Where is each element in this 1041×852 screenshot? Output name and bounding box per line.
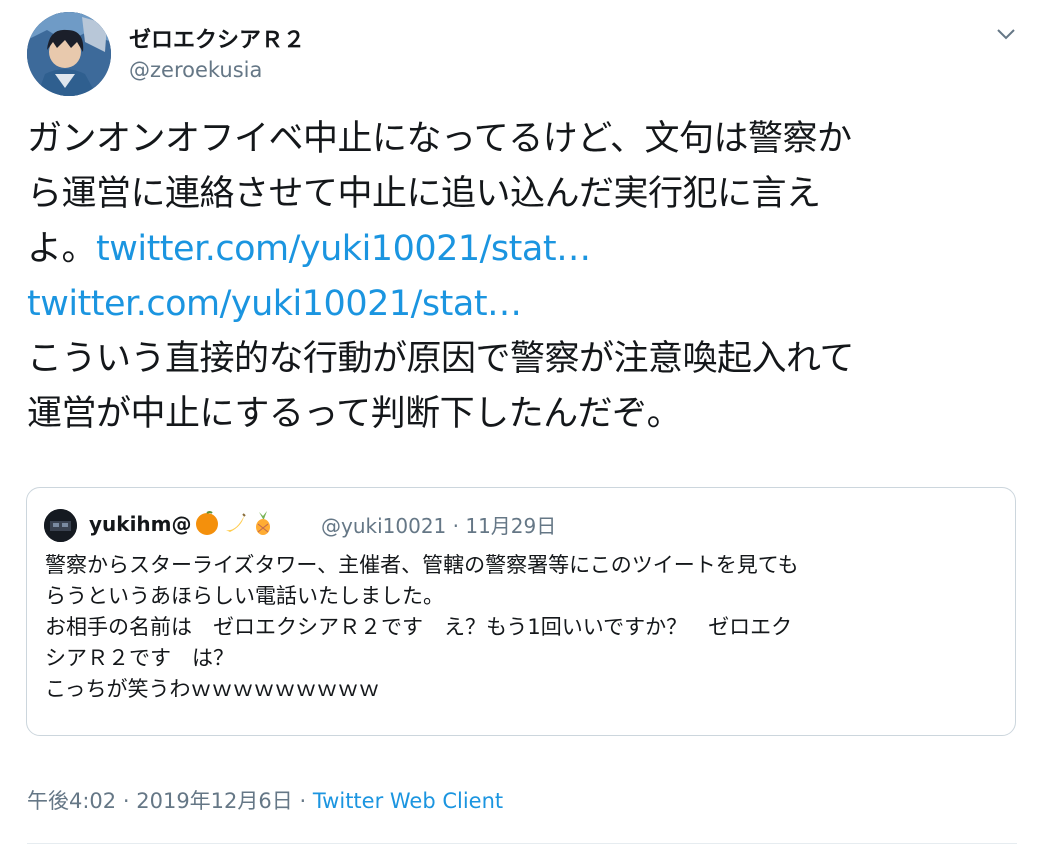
quoted-line: らうというあほらしい電話いたしました。 bbox=[45, 584, 444, 608]
tweet-time[interactable]: 午後4:02 bbox=[27, 789, 116, 813]
quoted-date: 11月29日 bbox=[465, 514, 557, 538]
separator: · bbox=[122, 789, 130, 813]
quoted-line: シアＲ２です は？ bbox=[45, 646, 234, 670]
divider bbox=[27, 843, 1017, 844]
quoted-tweet[interactable]: yukihm@ @yuki10021 · 11月29日 警察からスターライズタワ… bbox=[26, 487, 1016, 736]
quoted-name-text: yukihm@ bbox=[89, 512, 192, 536]
chevron-down-icon[interactable] bbox=[996, 26, 1016, 40]
avatar-image bbox=[27, 12, 111, 96]
tweet-source[interactable]: Twitter Web Client bbox=[313, 789, 503, 813]
tweet-footer: 午後4:02 · 2019年12月6日 · Twitter Web Client bbox=[27, 785, 503, 815]
orange-icon bbox=[194, 510, 220, 541]
tweet-line: こういう直接的な行動が原因で警察が注意喚起入れて bbox=[27, 339, 854, 379]
tweet-date[interactable]: 2019年12月6日 bbox=[136, 789, 293, 813]
quoted-line: お相手の名前は ゼロエクシアＲ２です え？もう1回いいですか？ ゼロエク bbox=[45, 615, 793, 639]
author-handle[interactable]: @zeroekusia bbox=[129, 58, 262, 82]
quoted-line: 警察からスターライズタワー、主催者、管轄の警察署等にこのツイートを見ても bbox=[45, 553, 799, 577]
author-display-name[interactable]: ゼロエクシアＲ２ bbox=[129, 22, 305, 54]
author-avatar[interactable] bbox=[27, 12, 111, 96]
separator: · bbox=[299, 789, 307, 813]
quoted-display-name: yukihm@ bbox=[89, 510, 276, 541]
tweet-link[interactable]: twitter.com/yuki10021/stat… bbox=[96, 229, 591, 269]
quoted-text: 警察からスターライズタワー、主催者、管轄の警察署等にこのツイートを見ても らうと… bbox=[45, 550, 1005, 705]
quoted-meta: @yuki10021 · 11月29日 bbox=[321, 510, 556, 539]
separator: · bbox=[452, 514, 459, 538]
tweet-line: twitter.com/yuki10021/stat… bbox=[27, 277, 1012, 332]
quoted-line: こっちが笑うわｗｗｗｗｗｗｗｗｗ bbox=[45, 677, 380, 701]
tweet-line: 運営が中止にするって判断下したんだぞ。 bbox=[27, 394, 682, 434]
tweet-text: ガンオンオフイベ中止になってるけど、文句は警察か ら運営に連絡させて中止に追い込… bbox=[27, 112, 1012, 442]
banana-icon bbox=[222, 510, 248, 541]
avatar-image bbox=[44, 509, 77, 542]
tweet-link[interactable]: twitter.com/yuki10021/stat… bbox=[27, 284, 522, 324]
tweet-line: ら運営に連絡させて中止に追い込んだ実行犯に言え bbox=[27, 174, 821, 214]
tweet-line: よ。twitter.com/yuki10021/stat… bbox=[27, 222, 1012, 277]
tweet-line: ガンオンオフイベ中止になってるけど、文句は警察か bbox=[27, 119, 852, 159]
pineapple-icon bbox=[250, 510, 276, 541]
quoted-avatar bbox=[44, 509, 77, 542]
quoted-handle: @yuki10021 bbox=[321, 514, 447, 538]
tweet-line-text: よ。 bbox=[27, 229, 97, 269]
